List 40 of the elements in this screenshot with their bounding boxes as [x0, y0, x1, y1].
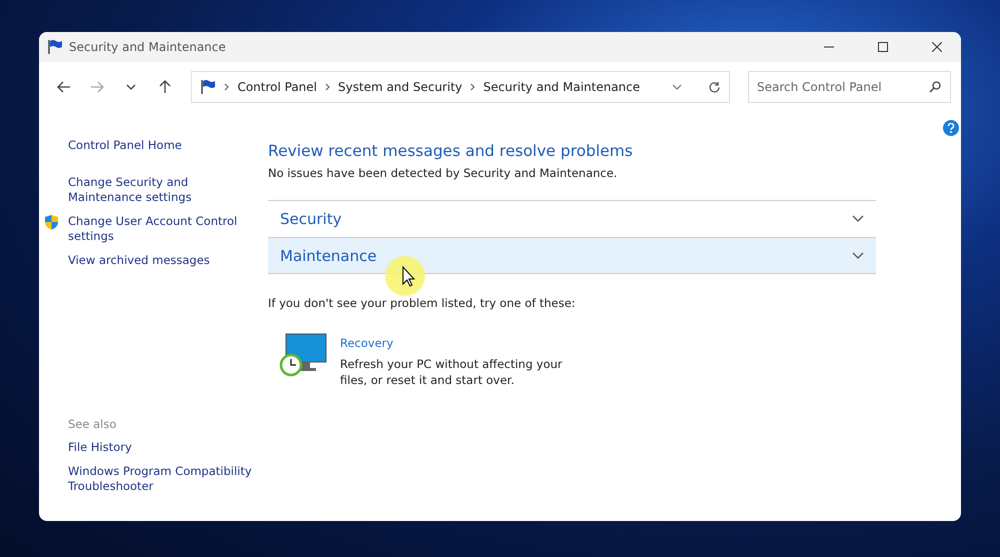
chevron-icon	[852, 252, 864, 260]
flag-icon	[47, 39, 63, 55]
chevron-right-icon	[224, 83, 230, 91]
search-icon	[928, 81, 941, 93]
maximize-icon	[878, 42, 888, 52]
see-also-heading: See also	[68, 417, 118, 431]
page-heading: Review recent messages and resolve problems	[268, 142, 634, 160]
breadcrumb[interactable]: Security and Maintenance	[483, 80, 640, 94]
close-icon	[932, 42, 942, 52]
section-header[interactable]: Maintenance	[268, 237, 876, 274]
breadcrumb[interactable]: System and Security	[338, 80, 462, 94]
chevron-right-icon	[325, 83, 330, 91]
breadcrumb[interactable]: Control Panel	[237, 80, 318, 94]
sidebar-link[interactable]: Change User Account Control settings	[68, 214, 243, 244]
recovery-monitor-icon	[278, 332, 328, 378]
forward-arrow-icon	[90, 81, 104, 93]
mouse-cursor-drawing	[383, 254, 427, 298]
chevron-right-icon	[470, 83, 476, 91]
sidebar-link[interactable]: Change Security and Maintenance settings	[68, 175, 243, 205]
up-arrow-icon	[158, 80, 171, 94]
chevron-down-icon[interactable]	[672, 84, 682, 90]
see-also-link[interactable]: File History	[68, 440, 258, 455]
search-field[interactable]: Search Control Panel	[748, 71, 951, 103]
see-also-link[interactable]: Windows Program Compatibility Troubleshooter	[68, 464, 258, 494]
chevron-icon	[852, 215, 864, 223]
recovery-description: Refresh your PC without affecting your files, or reset it and start over.	[340, 356, 564, 388]
minimize-icon	[824, 46, 834, 48]
shield-icon	[44, 214, 59, 230]
chevron-down-icon	[126, 84, 136, 90]
flag-icon	[200, 79, 216, 95]
recovery-link[interactable]: Recovery	[340, 336, 570, 350]
help-icon[interactable]	[943, 120, 959, 136]
sidebar-link[interactable]: View archived messages	[68, 253, 243, 268]
back-arrow-icon	[56, 81, 71, 93]
window-title: Security and Maintenance	[69, 40, 227, 54]
refresh-icon[interactable]	[708, 80, 721, 94]
sidebar-link[interactable]: Control Panel Home	[68, 138, 243, 153]
hint-text: If you don't see your problem listed, try one of these:	[268, 296, 576, 310]
status-message: No issues have been detected by Security and Maintenance.	[268, 166, 618, 180]
address-bar[interactable]: Control Panel System and Security Security and Maintenance	[191, 71, 730, 103]
